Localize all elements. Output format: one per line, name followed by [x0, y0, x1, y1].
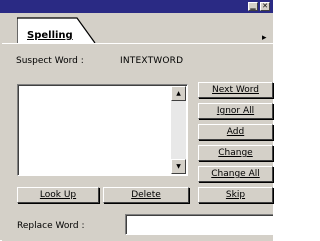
next-word-button[interactable]: Next Word: [198, 82, 273, 98]
replace-word-label: Replace Word :: [17, 221, 85, 231]
delete-button[interactable]: Delete: [103, 187, 189, 203]
change-all-button[interactable]: Change All: [198, 166, 273, 182]
add-button[interactable]: Add: [198, 124, 273, 140]
ignore-all-button[interactable]: Ignor All: [198, 103, 273, 119]
scroll-down-icon[interactable]: ▼: [171, 159, 186, 174]
suggestions-scrollbar[interactable]: ▲ ▼: [171, 86, 186, 174]
tab-scroll-arrow-icon[interactable]: ▸: [262, 33, 267, 43]
tab-label: Spelling: [27, 30, 73, 41]
suspect-word-value: INTEXTWORD: [120, 56, 184, 66]
skip-button[interactable]: Skip: [198, 187, 273, 203]
look-up-button[interactable]: Look Up: [17, 187, 99, 203]
close-button[interactable]: ✕: [260, 2, 270, 11]
scroll-up-icon[interactable]: ▲: [171, 86, 186, 101]
suggestions-list[interactable]: ▲ ▼: [17, 84, 188, 176]
suspect-word-label: Suspect Word :: [16, 56, 84, 66]
tab-spelling[interactable]: Spelling: [17, 16, 97, 44]
change-button[interactable]: Change: [198, 145, 273, 161]
spelling-dialog: ▁ ✕ Spelling ▸ Suspect Word : INTEXTWORD…: [0, 0, 273, 241]
title-bar[interactable]: ▁ ✕: [0, 0, 273, 13]
replace-word-input[interactable]: [125, 214, 273, 235]
minimize-button[interactable]: ▁: [248, 2, 258, 11]
